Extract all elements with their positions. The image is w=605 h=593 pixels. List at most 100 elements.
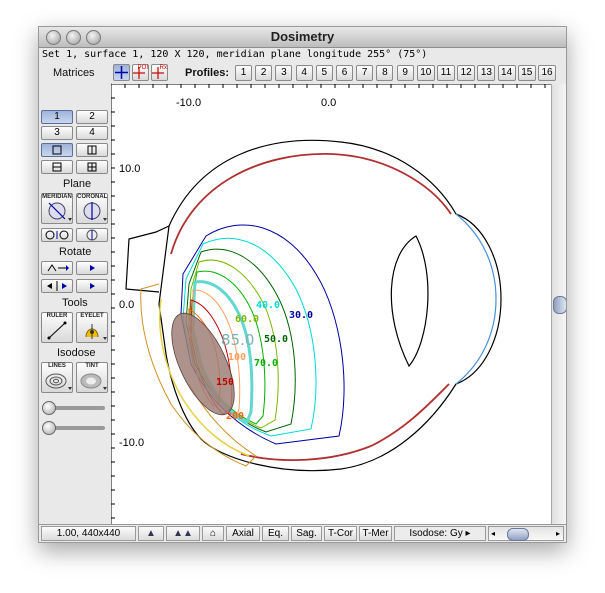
rx-tool-button[interactable]: Rx: [151, 64, 168, 81]
y-tick-label-0: 0.0: [119, 299, 134, 311]
matrix-button-3[interactable]: 3: [41, 126, 73, 140]
plane-swap-button[interactable]: [41, 228, 73, 242]
cornea-contour: [455, 213, 497, 385]
lines-caption: LINES: [48, 363, 66, 369]
plane-info-line: Set 1, surface 1, 120 X 120, meridian pl…: [42, 49, 428, 60]
rotate-ccw-button[interactable]: [41, 261, 73, 275]
isodose-label-50: 50.0: [264, 334, 288, 345]
profile-button-11[interactable]: 11: [437, 65, 455, 81]
eyelet-caption: EYELET: [80, 313, 104, 319]
profile-button-4[interactable]: 4: [295, 65, 313, 81]
profile-button-14[interactable]: 14: [497, 65, 516, 81]
rotate-cw-button[interactable]: [76, 261, 108, 275]
plane-flip-icon: [86, 229, 98, 241]
isodose-tint-button[interactable]: TINT: [76, 362, 108, 393]
small-mountain-button[interactable]: ▲: [138, 526, 164, 541]
lens-contour: [390, 235, 429, 368]
profile-button-15[interactable]: 15: [517, 65, 536, 81]
profile-button-12[interactable]: 12: [457, 65, 476, 81]
plane-label: Plane: [63, 178, 92, 190]
isodose-label-85: 85.0: [221, 331, 254, 349]
single-pane-icon: [52, 145, 62, 155]
layout-single-button[interactable]: [41, 143, 73, 157]
isodose-label-60: 60.0: [235, 314, 259, 325]
title-bar[interactable]: Dosimetry: [39, 27, 566, 48]
flip-horizontal-icon: [47, 281, 67, 291]
layout-quad-button[interactable]: [76, 160, 108, 174]
isodose-unit-label: Isodose: Gy: [409, 528, 463, 539]
eyelet-tool-button[interactable]: EYELET: [76, 312, 108, 343]
isodose-label: Isodose: [57, 347, 96, 359]
ruler-ticks: [111, 84, 551, 524]
ruler-caption: RULER: [46, 313, 68, 319]
play-arrow-icon: [90, 283, 95, 289]
window-title: Dosimetry: [270, 29, 335, 44]
axial-view-button[interactable]: Axial: [226, 526, 260, 541]
status-bar: 1.00, 440x440 ▲ ▲▲ ⌂ Axial Eq. Sag. T-Co…: [39, 524, 566, 542]
sagittal-view-button[interactable]: Sag.: [291, 526, 322, 541]
profile-button-16[interactable]: 16: [538, 65, 556, 81]
crosshair-tool-button[interactable]: [113, 64, 130, 81]
matrix-button-4[interactable]: 4: [76, 126, 108, 140]
profile-button-6[interactable]: 6: [336, 65, 353, 81]
coronal-caption: CORONAL: [77, 194, 108, 200]
profile-button-13[interactable]: 13: [477, 65, 496, 81]
meridian-caption: MERIDIAN: [42, 194, 72, 200]
quad-pane-icon: [87, 162, 97, 172]
plane-flip-button[interactable]: [76, 228, 108, 242]
t-mer-view-button[interactable]: T-Mer: [359, 526, 392, 541]
isodose-label-150: 150: [216, 377, 234, 388]
layout-horizontal-split-button[interactable]: [41, 160, 73, 174]
layout-vertical-split-button[interactable]: [76, 143, 108, 157]
vertical-split-icon: [87, 145, 97, 155]
matrix-button-2[interactable]: 2: [76, 110, 108, 124]
tick-marks: [111, 84, 546, 519]
large-mountain-button[interactable]: ▲▲: [166, 526, 200, 541]
scroll-left-icon[interactable]: ◂: [491, 527, 495, 540]
crosshair-icon: [115, 66, 128, 79]
isodose-slider-1-knob[interactable]: [42, 401, 56, 415]
poi-tool-button[interactable]: POI: [132, 64, 149, 81]
ruler-tool-button[interactable]: RULER: [41, 312, 73, 343]
profile-button-10[interactable]: 10: [416, 65, 435, 81]
coronal-plane-button[interactable]: CORONAL: [76, 193, 108, 224]
isodose-label-100: 100: [228, 352, 246, 363]
isodose-slider-2-knob[interactable]: [42, 421, 56, 435]
scroll-right-icon[interactable]: ▸: [556, 527, 560, 540]
profile-button-9[interactable]: 9: [396, 65, 414, 81]
vertical-scrollbar[interactable]: [551, 84, 566, 524]
profile-button-5[interactable]: 5: [315, 65, 333, 81]
horizontal-scroll-thumb[interactable]: [507, 528, 529, 541]
profiles-label: Profiles:: [185, 67, 230, 79]
equatorial-view-button[interactable]: Eq.: [262, 526, 289, 541]
profile-button-8[interactable]: 8: [376, 65, 394, 81]
isodose-unit-popup[interactable]: Isodose: Gy ▸: [394, 526, 486, 541]
dose-plot-canvas[interactable]: -10.0 0.0 10.0 0.0 -10.0 40.0 30.0 60.0 …: [111, 84, 551, 524]
horizontal-scrollbar[interactable]: ◂ ▸: [488, 526, 564, 541]
rotate-step-button[interactable]: [76, 279, 108, 293]
isodose-lines-button[interactable]: LINES: [41, 362, 73, 393]
horizontal-split-icon: [52, 162, 62, 172]
matrices-label: Matrices: [53, 67, 95, 79]
rotate-horizontal-button[interactable]: [41, 279, 73, 293]
isodose-label-40: 40.0: [256, 300, 280, 311]
profile-button-2[interactable]: 2: [255, 65, 273, 81]
tint-caption: TINT: [85, 363, 99, 369]
matrix-button-1[interactable]: 1: [41, 110, 73, 124]
toolbar: Matrices POI Rx Profiles: 1 2 3 4 5 6 7 8 9 10 11 1…: [39, 63, 566, 83]
home-button[interactable]: ⌂: [202, 526, 224, 541]
home-icon: ⌂: [209, 528, 217, 539]
dosimetry-window: Dosimetry Set 1, surface 1, 120 X 120, m…: [38, 26, 567, 543]
plane-swap-icon: [45, 230, 69, 240]
y-tick-label-neg10: -10.0: [119, 437, 144, 449]
eye-outer-contour: [158, 139, 502, 472]
meridian-plane-button[interactable]: MERIDIAN: [41, 193, 73, 224]
t-cor-view-button[interactable]: T-Cor: [324, 526, 357, 541]
isodose-label-200: 200: [226, 411, 244, 422]
rx-caption: Rx: [159, 65, 167, 71]
profile-button-7[interactable]: 7: [356, 65, 374, 81]
vertical-scroll-thumb[interactable]: [553, 296, 566, 314]
rotate-label: Rotate: [59, 246, 92, 258]
profile-button-3[interactable]: 3: [275, 65, 293, 81]
profile-button-1[interactable]: 1: [235, 65, 252, 81]
